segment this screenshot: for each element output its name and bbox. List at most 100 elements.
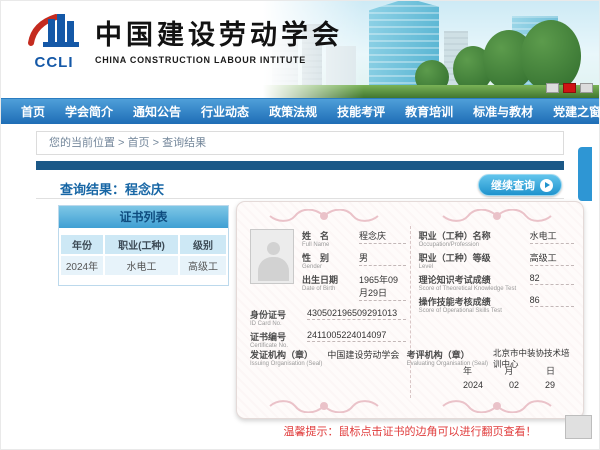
- field-label-cn: 发证机构（章）: [250, 348, 322, 361]
- nav-item-home[interactable]: 首页: [11, 103, 55, 120]
- play-icon: [540, 179, 553, 192]
- breadcrumb-current: 查询结果: [162, 137, 206, 149]
- field-value: 2411005224014097: [307, 330, 406, 342]
- issuing-organisation: 发证机构（章） Issuing Organisation (Seal) 中国建设…: [250, 348, 407, 369]
- field-gender: 性 别 Gender 男: [302, 251, 406, 270]
- cell-occupation[interactable]: 水电工: [105, 256, 178, 275]
- breadcrumb-home-link[interactable]: 首页: [128, 137, 150, 149]
- result-title-row: 查询结果：程念庆 继续查询: [36, 170, 564, 199]
- field-label-en: ID Card No.: [250, 321, 300, 327]
- field-label-cn: 姓 名: [302, 229, 352, 242]
- field-skills-score: 操作技能考核成绩 Score of Operational Skills Tes…: [419, 295, 575, 314]
- flourish-ornament-icon: [438, 398, 556, 413]
- table-row[interactable]: 2024年 水电工 高级工: [61, 256, 226, 275]
- person-silhouette-icon: [267, 242, 280, 255]
- continue-query-button[interactable]: 继续查询: [478, 174, 562, 196]
- breadcrumb-prefix: 您的当前位置 >: [49, 137, 124, 149]
- field-value: 男: [359, 251, 406, 266]
- site-logo[interactable]: CCLI 中国建设劳动学会 CHINA CONSTRUCTION LABOUR …: [25, 11, 343, 71]
- issuing-organisation-value: 中国建设劳动学会: [327, 348, 399, 369]
- column-header-level: 级别: [180, 235, 226, 254]
- year-value: 2024: [463, 380, 483, 390]
- field-label-cn: 出生日期: [302, 273, 352, 286]
- nav-item-standards[interactable]: 标准与教材: [463, 103, 543, 120]
- carousel-indicator[interactable]: [546, 83, 559, 93]
- carousel-indicator-active[interactable]: [563, 83, 576, 93]
- field-label-cn: 职业（工种）名称: [419, 229, 523, 242]
- nav-item-skill-assessment[interactable]: 技能考评: [327, 103, 395, 120]
- month-label: 月: [504, 364, 513, 377]
- cell-year[interactable]: 2024年: [61, 256, 103, 275]
- certificate-right-column: 职业（工种）名称 Occupation/Profession 水电工 职业（工种…: [419, 229, 575, 317]
- breadcrumb-separator: >: [153, 137, 159, 149]
- corner-widget[interactable]: [565, 415, 592, 439]
- photo-placeholder: [250, 229, 294, 284]
- field-value: 1965年09月29日: [359, 273, 406, 301]
- field-label-cn: 理论知识考试成绩: [419, 273, 523, 286]
- field-certificate-no: 证书编号 Certificate No. 2411005224014097: [250, 330, 406, 349]
- page: CCLI 中国建设劳动学会 CHINA CONSTRUCTION LABOUR …: [0, 0, 600, 450]
- query-result-title: 查询结果：程念庆: [60, 179, 164, 198]
- site-title-chinese: 中国建设劳动学会: [95, 13, 343, 52]
- year-label: 年: [463, 364, 472, 377]
- result-main: 证书列表 年份 职业(工种) 级别 2024年 水电工 高级工: [36, 199, 564, 446]
- nav-item-about[interactable]: 学会简介: [55, 103, 123, 120]
- field-label-cn: 性 别: [302, 251, 352, 264]
- person-silhouette-icon: [258, 257, 289, 281]
- flourish-ornament-icon: [265, 398, 383, 413]
- field-value: 86: [530, 295, 575, 307]
- nav-item-party-building[interactable]: 党建之窗: [543, 103, 600, 120]
- section-divider-bar: [36, 161, 564, 170]
- certificate-date: 年 月 日 2024 02 29: [455, 364, 563, 390]
- field-label-cn: 操作技能考核成绩: [419, 295, 523, 308]
- nav-item-education[interactable]: 教育培训: [395, 103, 463, 120]
- field-label-cn: 考评机构（章）: [407, 348, 488, 361]
- field-label-en: Full Name: [302, 242, 352, 248]
- continue-query-label: 继续查询: [491, 177, 535, 193]
- field-value: 程念庆: [359, 229, 406, 244]
- field-theory-score: 理论知识考试成绩 Score of Theoretical Knowledge …: [419, 273, 575, 292]
- field-label-en: Level: [419, 264, 523, 270]
- site-header: CCLI 中国建设劳动学会 CHINA CONSTRUCTION LABOUR …: [1, 1, 599, 98]
- field-occupation-name: 职业（工种）名称 Occupation/Profession 水电工: [419, 229, 575, 248]
- nav-item-notices[interactable]: 通知公告: [123, 103, 191, 120]
- certificate-list-table: 年份 职业(工种) 级别 2024年 水电工 高级工: [59, 233, 228, 277]
- field-label-en: Issuing Organisation (Seal): [250, 361, 322, 367]
- field-value: 82: [530, 273, 575, 285]
- flourish-ornament-icon: [438, 209, 556, 224]
- field-value: 水电工: [530, 229, 575, 244]
- carousel-indicators: [546, 83, 593, 93]
- field-label-cn: 证书编号: [250, 330, 300, 343]
- day-value: 29: [545, 380, 555, 390]
- field-label-en: Gender: [302, 264, 352, 270]
- column-header-year: 年份: [61, 235, 103, 254]
- floating-sidebar-widget[interactable]: [578, 147, 592, 201]
- certificate-list-panel: 证书列表 年份 职业(工种) 级别 2024年 水电工 高级工: [58, 205, 229, 286]
- field-label-en: Score of Theoretical Knowledge Test: [419, 286, 523, 292]
- ccli-logo-icon: [26, 11, 82, 51]
- carousel-indicator[interactable]: [580, 83, 593, 93]
- nav-item-policies[interactable]: 政策法规: [259, 103, 327, 120]
- field-label-en: Score of Operational Skills Test: [419, 308, 523, 314]
- field-full-name: 姓 名 Full Name 程念庆: [302, 229, 406, 248]
- certificate-card[interactable]: 姓 名 Full Name 程念庆 性 别 Gender 男: [236, 201, 584, 419]
- breadcrumb: 您的当前位置 > 首页 > 查询结果: [36, 131, 564, 155]
- hint-text: 温馨提示：鼠标点击证书的边角可以进行翻页查看！: [236, 423, 584, 439]
- field-label-en: Occupation/Profession: [419, 242, 523, 248]
- month-value: 02: [509, 380, 519, 390]
- cell-level[interactable]: 高级工: [180, 256, 226, 275]
- site-title-english: CHINA CONSTRUCTION LABOUR INTITUTE: [95, 55, 343, 65]
- field-value: 430502196509291013: [307, 308, 406, 320]
- nav-item-industry-news[interactable]: 行业动态: [191, 103, 259, 120]
- field-value: 高级工: [530, 251, 575, 266]
- certificate-left-column: 姓 名 Full Name 程念庆 性 别 Gender 男: [250, 229, 406, 352]
- field-label-cn: 职业（工种）等级: [419, 251, 523, 264]
- field-id-card-no: 身份证号 ID Card No. 430502196509291013: [250, 308, 406, 327]
- main-navigation: 首页 学会简介 通知公告 行业动态 政策法规 技能考评 教育培训 标准与教材 党…: [1, 98, 599, 124]
- certificate-column-divider: [410, 226, 411, 398]
- column-header-occupation: 职业(工种): [105, 235, 178, 254]
- field-label-cn: 身份证号: [250, 308, 300, 321]
- certificate-list-title: 证书列表: [59, 206, 228, 228]
- field-date-of-birth: 出生日期 Date of Birth 1965年09月29日: [302, 273, 406, 301]
- content-area: 查询结果：程念庆 继续查询 证书列表 年份 职业(工种) 级别: [36, 170, 564, 446]
